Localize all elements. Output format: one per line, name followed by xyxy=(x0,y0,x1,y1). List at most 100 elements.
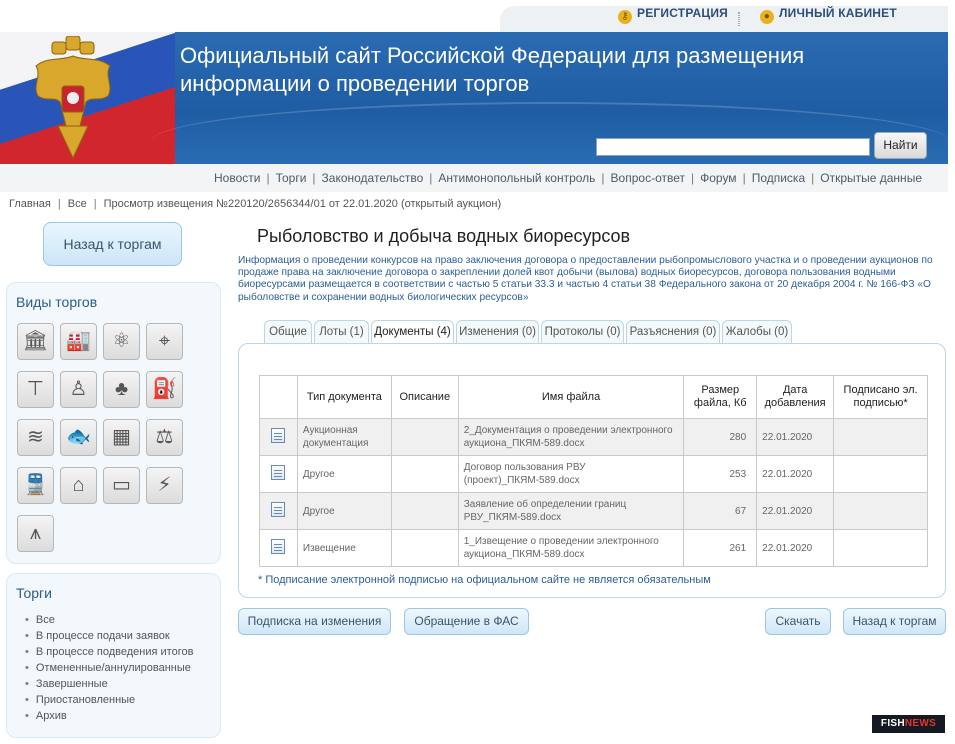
coat-of-arms-icon xyxy=(35,36,111,160)
search-button[interactable]: Найти xyxy=(874,132,927,159)
doc-signed xyxy=(833,418,928,456)
survey-tripod-icon[interactable]: ⌖ xyxy=(146,323,183,360)
auctions-filter-summarizing[interactable]: В процессе подведения итогов xyxy=(25,644,194,660)
factory-icon[interactable]: 🏭 xyxy=(60,323,97,360)
doc-size: 67 xyxy=(683,492,758,530)
top-separator xyxy=(738,12,740,26)
nav-item-forum[interactable]: Форум xyxy=(700,171,736,185)
government-building-icon[interactable]: 🏛 xyxy=(17,323,54,360)
doc-signed xyxy=(833,529,928,567)
table-row: Аукционная документация 2_Документация о… xyxy=(259,418,928,456)
breadcrumb: Главная | Все | Просмотр извещения №220120/2… xyxy=(9,198,502,210)
doc-filename[interactable]: 2_Документация о проведении электронного… xyxy=(457,418,685,456)
site-title: Официальный сайт Российской Федерации дл… xyxy=(180,43,805,96)
office-building-icon[interactable]: ▦ xyxy=(103,419,140,456)
nav-item-legislation[interactable]: Законодательство xyxy=(322,171,424,185)
tab-documents[interactable]: Документы (4) xyxy=(371,320,454,345)
back-to-auctions-bottom-button[interactable]: Назад к торгам xyxy=(843,608,946,635)
search-input[interactable] xyxy=(596,138,870,156)
doc-date: 22.01.2020 xyxy=(756,529,835,567)
nav-item-auctions[interactable]: Торги xyxy=(276,171,307,185)
download-button[interactable]: Скачать xyxy=(765,608,831,635)
table-header-row: Тип документа Описание Имя файла Размер … xyxy=(259,375,928,419)
doc-signed xyxy=(833,492,928,530)
doc-size: 253 xyxy=(683,455,758,493)
documents-table: Тип документа Описание Имя файла Размер … xyxy=(259,375,928,567)
power-line-icon[interactable]: ⚡ xyxy=(146,467,183,504)
subscribe-changes-button[interactable]: Подписка на изменения xyxy=(238,608,391,635)
auction-types-panel: Виды торгов 🏛 🏭 ⚛ ⌖ ⊤ ♙ ♣ ⛽ ≋ 🐟 ▦ ⚖ 🚆 ⌂ ▭ ⚡ ⩚ xyxy=(6,282,221,564)
keyhole-icon: ● xyxy=(760,10,774,24)
tab-clarifications[interactable]: Разъяснения (0) xyxy=(626,320,720,344)
breadcrumb-home[interactable]: Главная xyxy=(9,198,51,210)
table-row: Извещение 1_Извещение о проведении элект… xyxy=(259,529,928,567)
registration-link[interactable]: ⚷ РЕГИСТРАЦИЯ xyxy=(618,6,728,24)
auctions-filter-archive[interactable]: Архив xyxy=(25,708,193,724)
document-icon[interactable] xyxy=(271,501,286,517)
document-cell[interactable] xyxy=(259,492,298,530)
auctions-filter-completed[interactable]: Завершенные xyxy=(25,676,193,692)
atom-icon[interactable]: ⚛ xyxy=(103,323,140,360)
doc-type: Аукционная документация xyxy=(296,418,392,456)
doc-size: 261 xyxy=(683,529,758,567)
auctions-title: Торги xyxy=(16,585,52,601)
fas-appeal-button[interactable]: Обращение в ФАС xyxy=(404,608,529,635)
page-title: Рыболовство и добыча водных биоресурсов xyxy=(257,226,631,246)
auction-types-title: Виды торгов xyxy=(16,294,98,310)
doc-filename[interactable]: Заявление об определении границ РВУ_ПКЯМ… xyxy=(457,492,685,530)
fish-icon[interactable]: 🐟 xyxy=(60,419,97,456)
document-icon[interactable] xyxy=(271,538,286,554)
col-icon-header xyxy=(259,375,298,419)
tab-changes[interactable]: Изменения (0) xyxy=(456,320,539,344)
doc-size: 280 xyxy=(683,418,758,456)
doc-type: Извещение xyxy=(296,529,392,567)
document-cell[interactable] xyxy=(259,529,298,567)
document-cell[interactable] xyxy=(259,418,298,456)
tab-general[interactable]: Общие xyxy=(264,320,312,344)
document-icon[interactable] xyxy=(271,464,286,480)
billboard-icon[interactable]: ▭ xyxy=(103,467,140,504)
breadcrumb-all[interactable]: Все xyxy=(68,198,87,210)
water-icon[interactable]: ≋ xyxy=(17,419,54,456)
train-icon[interactable]: 🚆 xyxy=(17,467,54,504)
col-type-header: Тип документа xyxy=(296,375,392,419)
back-to-auctions-button[interactable]: Назад к торгам xyxy=(43,222,182,266)
table-row: Другое Договор пользования РВУ (проект)_… xyxy=(259,455,928,493)
col-description-header: Описание xyxy=(390,375,459,419)
intro-text: Информация о проведении конкурсов на пра… xyxy=(238,255,933,303)
tab-lots[interactable]: Лоты (1) xyxy=(314,320,369,344)
hunter-icon[interactable]: ♙ xyxy=(60,371,97,408)
table-row: Другое Заявление об определении границ Р… xyxy=(259,492,928,530)
nav-item-antimonopoly[interactable]: Антимонопольный контроль xyxy=(438,171,595,185)
nav-item-faq[interactable]: Вопрос-ответ xyxy=(611,171,685,185)
col-size-header: Размер файла, Кб xyxy=(683,375,758,419)
doc-filename[interactable]: Договор пользования РВУ (проект)_ПКЯМ-58… xyxy=(457,455,685,493)
nav-item-subscription[interactable]: Подписка xyxy=(752,171,805,185)
document-cell[interactable] xyxy=(259,455,298,493)
forest-icon[interactable]: ♣ xyxy=(103,371,140,408)
signature-footnote: * Подписание электронной подписью на офи… xyxy=(258,574,711,586)
auctions-filter-all[interactable]: Все xyxy=(25,612,193,628)
doc-description xyxy=(390,418,459,456)
auctions-filter-suspended[interactable]: Приостановленные xyxy=(25,692,193,708)
doc-filename[interactable]: 1_Извещение о проведении электронного ау… xyxy=(457,529,685,567)
doc-date: 22.01.2020 xyxy=(756,455,835,493)
document-icon[interactable] xyxy=(271,427,286,443)
nav-item-news[interactable]: Новости xyxy=(214,171,260,185)
nav-items: Новости | Торги | Законодательство | Антимоноп… xyxy=(214,171,922,185)
nav-item-open-data[interactable]: Открытые данные xyxy=(820,171,922,185)
breadcrumb-current: Просмотр извещения №220120/2656344/01 от… xyxy=(103,198,502,210)
tab-complaints[interactable]: Жалобы (0) xyxy=(722,320,792,344)
cabinet-link[interactable]: ● ЛИЧНЫЙ КАБИНЕТ xyxy=(760,6,897,24)
site-banner: Официальный сайт Российской Федерации дл… xyxy=(0,32,948,164)
oil-pump-icon[interactable]: ⛽ xyxy=(146,371,183,408)
scales-icon[interactable]: ⚖ xyxy=(146,419,183,456)
doc-type: Другое xyxy=(296,455,392,493)
crane-icon[interactable]: ⊤ xyxy=(17,371,54,408)
tab-protocols[interactable]: Протоколы (0) xyxy=(541,320,624,344)
col-signed-header: Подписано эл. подписью* xyxy=(833,375,928,419)
house-icon[interactable]: ⌂ xyxy=(60,467,97,504)
auctions-filter-accepting[interactable]: В процессе подачи заявок xyxy=(25,628,193,644)
radio-tower-icon[interactable]: ⩚ xyxy=(17,515,54,552)
auctions-filter-cancelled[interactable]: Отмененные/аннулированные xyxy=(25,660,193,676)
